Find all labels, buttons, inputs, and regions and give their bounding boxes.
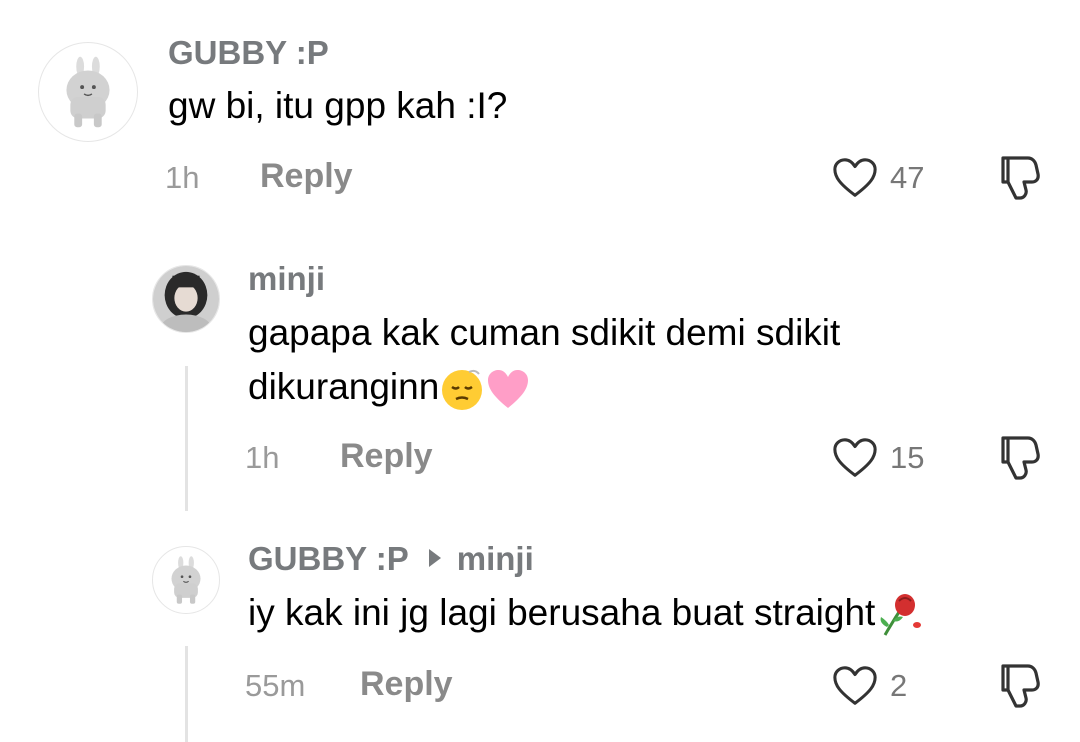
comment-timestamp: 55m bbox=[245, 668, 306, 703]
thread-line bbox=[185, 366, 188, 511]
comment-username[interactable]: GUBBY :P bbox=[248, 540, 409, 577]
comment-text-line2: dikuranginn bbox=[248, 359, 531, 415]
comment-username-row: GUBBY :P minji bbox=[248, 540, 534, 578]
avatar[interactable] bbox=[152, 546, 220, 614]
comment-timestamp: 1h bbox=[245, 440, 280, 475]
like-button[interactable] bbox=[832, 436, 878, 480]
heart-outline-icon bbox=[833, 666, 877, 705]
reply-to-username[interactable]: minji bbox=[457, 540, 534, 577]
like-button[interactable] bbox=[832, 156, 878, 200]
heart-outline-icon bbox=[833, 158, 877, 197]
dislike-button[interactable] bbox=[994, 432, 1042, 482]
wilted-rose-emoji-icon bbox=[875, 591, 923, 639]
pink-heart-emoji-icon bbox=[485, 366, 531, 412]
comment-text-row: iy kak ini jg lagi berusaha buat straigh… bbox=[248, 585, 923, 641]
thumbs-down-outline-icon bbox=[1001, 664, 1040, 708]
avatar[interactable] bbox=[38, 42, 138, 142]
comment-text-continued: dikuranginn bbox=[248, 366, 440, 407]
thumbs-down-outline-icon bbox=[1001, 156, 1040, 200]
triangle-right-icon bbox=[428, 549, 441, 568]
like-count: 2 bbox=[890, 668, 908, 703]
reply-button[interactable]: Reply bbox=[340, 437, 433, 476]
reply-button[interactable]: Reply bbox=[360, 665, 453, 704]
comment-text: gw bi, itu gpp kah :I? bbox=[168, 85, 508, 126]
minji-avatar-photo bbox=[153, 266, 219, 332]
bunny-avatar-image bbox=[66, 56, 110, 128]
like-count: 47 bbox=[890, 160, 925, 195]
avatar[interactable] bbox=[152, 265, 220, 333]
thread-line bbox=[185, 646, 188, 742]
thumbs-down-outline-icon bbox=[1001, 436, 1040, 480]
comment-text: gapapa kak cuman sdikit demi sdikit bbox=[248, 312, 841, 353]
dislike-button[interactable] bbox=[994, 660, 1042, 710]
like-button[interactable] bbox=[832, 664, 878, 708]
comment-username[interactable]: minji bbox=[248, 260, 325, 298]
comment-text: iy kak ini jg lagi berusaha buat straigh… bbox=[248, 592, 876, 633]
like-count: 15 bbox=[890, 440, 925, 475]
comment-timestamp: 1h bbox=[165, 160, 200, 195]
reply-button[interactable]: Reply bbox=[260, 157, 353, 196]
comment-username[interactable]: GUBBY :P bbox=[168, 34, 329, 72]
bunny-avatar-image bbox=[171, 556, 201, 604]
pensive-face-emoji-icon bbox=[439, 366, 485, 412]
dislike-button[interactable] bbox=[994, 152, 1042, 202]
heart-outline-icon bbox=[833, 438, 877, 477]
